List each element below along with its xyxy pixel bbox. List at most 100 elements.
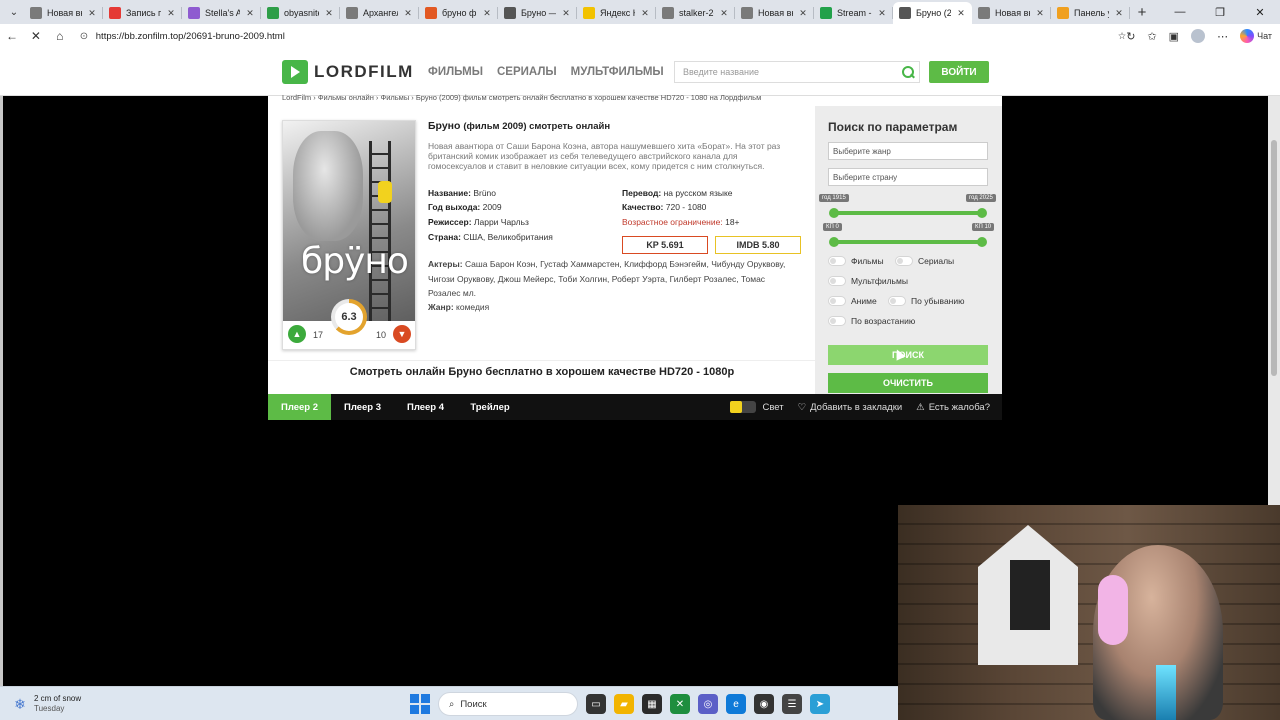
tab-close-icon[interactable]: ✕ (877, 8, 887, 19)
stop-loading-icon[interactable]: ✕ (24, 24, 48, 48)
url-text[interactable]: https://bb.zonfilm.top/20691-bruno-2009.… (96, 31, 285, 42)
browser-tab[interactable]: Новая вкл ✕ (972, 2, 1051, 24)
favorite-star-icon[interactable]: ☆ (1118, 31, 1127, 42)
tab-close-icon[interactable]: ✕ (956, 8, 966, 19)
search-icon[interactable] (901, 65, 915, 79)
close-window-button[interactable]: ✕ (1240, 0, 1280, 24)
toggle-switch[interactable] (895, 256, 913, 266)
maximize-button[interactable]: ❐ (1200, 0, 1240, 24)
back-icon[interactable]: ← (0, 24, 24, 48)
genre-select[interactable]: Выберите жанр (828, 142, 988, 160)
light-switch-icon[interactable] (730, 401, 757, 413)
tab-close-icon[interactable]: ✕ (798, 8, 808, 19)
new-tab-button[interactable]: + (1130, 1, 1154, 23)
tab-player-3[interactable]: Плеер 3 (331, 394, 394, 420)
refresh-extension-icon[interactable]: ↻ (1126, 30, 1135, 43)
tab-close-icon[interactable]: ✕ (1114, 8, 1124, 19)
browser-tab[interactable]: Stream - K ✕ (814, 2, 893, 24)
tab-close-icon[interactable]: ✕ (87, 8, 97, 19)
kp-range-slider[interactable] (829, 237, 987, 247)
kp-min-handle[interactable] (829, 237, 839, 247)
year-range-slider[interactable] (829, 208, 987, 218)
windows-start-icon[interactable] (410, 694, 430, 714)
collections-icon[interactable]: ▣ (1169, 30, 1179, 43)
weather-widget[interactable]: ❄ 2 cm of snow Tuesday (12, 694, 81, 714)
video-player[interactable] (268, 420, 1002, 686)
tab-player-4[interactable]: Плеер 4 (394, 394, 457, 420)
file-explorer-icon[interactable]: ▰ (614, 694, 634, 714)
task-view-icon[interactable]: ▭ (586, 694, 606, 714)
menu-cartoons[interactable]: МУЛЬТФИЛЬМЫ (571, 66, 664, 78)
tab-close-icon[interactable]: ✕ (482, 8, 492, 19)
tab-close-icon[interactable]: ✕ (719, 8, 729, 19)
browser-tab[interactable]: бруно фи ✕ (419, 2, 498, 24)
breadcrumb[interactable]: LordFilm › Фильмы онлайн › Фильмы › Брун… (282, 93, 822, 102)
toggle-series[interactable]: Сериалы (895, 256, 954, 266)
minimize-button[interactable]: — (1160, 0, 1200, 24)
toggle-switch[interactable] (828, 296, 846, 306)
notes-icon[interactable]: ☰ (782, 694, 802, 714)
browser-tab[interactable]: Архангельск ✕ (340, 2, 419, 24)
app-icon[interactable]: ◎ (698, 694, 718, 714)
tab-trailer[interactable]: Трейлер (457, 394, 523, 420)
browser-tab[interactable]: Яндекс Ка ✕ (577, 2, 656, 24)
filter-clear-button[interactable]: ОЧИСТИТЬ (828, 373, 988, 393)
country-select[interactable]: Выберите страну (828, 168, 988, 186)
toggle-switch[interactable] (888, 296, 906, 306)
tab-close-icon[interactable]: ✕ (245, 8, 255, 19)
complaint-button[interactable]: ⚠ Есть жалоба? (916, 402, 990, 413)
toggle-anime[interactable]: Аниме (828, 296, 877, 306)
browser-tab[interactable]: Запись по ✕ (103, 2, 182, 24)
menu-series[interactable]: СЕРИАЛЫ (497, 66, 557, 78)
tab-close-icon[interactable]: ✕ (166, 8, 176, 19)
toggle-asc[interactable]: По возрастанию (828, 316, 915, 326)
toggle-switch[interactable] (828, 276, 846, 286)
browser-tab[interactable]: Новая вкл ✕ (735, 2, 814, 24)
toggle-films[interactable]: Фильмы (828, 256, 884, 266)
tab-list-chevron-icon[interactable]: ⌄ (4, 2, 24, 22)
tab-close-icon[interactable]: ✕ (324, 8, 334, 19)
tab-close-icon[interactable]: ✕ (640, 8, 650, 19)
browser-tab[interactable]: obyasnite ✕ (261, 2, 340, 24)
favorites-icon[interactable]: ✩ (1147, 30, 1156, 43)
profile-avatar[interactable] (1191, 29, 1206, 43)
browser-tab[interactable]: Бруно — В ✕ (498, 2, 577, 24)
telegram-icon[interactable]: ➤ (810, 694, 830, 714)
login-button[interactable]: ВОЙТИ (929, 61, 989, 83)
filter-search-button[interactable]: ПОИСК (828, 345, 988, 365)
toggle-switch[interactable] (828, 316, 846, 326)
browser-tab[interactable]: Новая вкладка ✕ (24, 2, 103, 24)
copilot-button[interactable]: Чат (1240, 29, 1272, 43)
address-bar[interactable]: ⊙ https://bb.zonfilm.top/20691-bruno-200… (80, 26, 1126, 46)
home-icon[interactable]: ⌂ (48, 24, 72, 48)
scroll-thumb[interactable] (1271, 140, 1277, 376)
tab-close-icon[interactable]: ✕ (561, 8, 571, 19)
browser-tab[interactable]: Панель уп ✕ (1051, 2, 1130, 24)
toggle-desc[interactable]: По убыванию (888, 296, 965, 306)
tab-close-icon[interactable]: ✕ (1035, 8, 1045, 19)
thumbs-down-icon[interactable]: ▼ (393, 325, 411, 343)
browser-tab[interactable]: stalker-2- ✕ (656, 2, 735, 24)
site-logo[interactable]: LORDFILM (282, 60, 414, 84)
xbox-icon[interactable]: ✕ (670, 694, 690, 714)
light-toggle[interactable]: Свет (730, 401, 784, 413)
menu-films[interactable]: ФИЛЬМЫ (428, 66, 483, 78)
tab-close-icon[interactable]: ✕ (403, 8, 413, 19)
more-menu-icon[interactable]: ⋯ (1217, 30, 1228, 43)
year-max-handle[interactable] (977, 208, 987, 218)
browser-tab[interactable]: Бруно (20 ✕ (893, 2, 972, 24)
tab-player-2[interactable]: Плеер 2 (268, 394, 331, 420)
site-info-icon[interactable]: ⊙ (80, 31, 96, 42)
site-search-input[interactable]: Введите название (674, 61, 920, 83)
toggle-cartoons[interactable]: Мультфильмы (828, 276, 908, 286)
kp-max-handle[interactable] (977, 237, 987, 247)
year-min-handle[interactable] (829, 208, 839, 218)
toggle-switch[interactable] (828, 256, 846, 266)
store-icon[interactable]: ▦ (642, 694, 662, 714)
edge-icon[interactable]: e (726, 694, 746, 714)
bookmark-button[interactable]: ♡ Добавить в закладки (798, 402, 903, 413)
thumbs-up-icon[interactable]: ▲ (288, 325, 306, 343)
taskbar-search[interactable]: ⌕ Поиск (438, 692, 578, 716)
browser-tab[interactable]: Stella's Art ✕ (182, 2, 261, 24)
poster-image[interactable]: брӱно (283, 121, 415, 321)
